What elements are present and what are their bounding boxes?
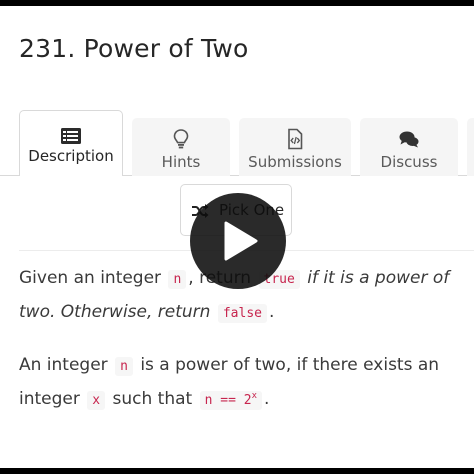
play-button[interactable] [190,193,286,289]
tab-discuss-label: Discuss [380,153,438,171]
play-icon [224,221,258,261]
chat-bubbles-icon [399,131,419,148]
equation-base: n == 2 [204,393,252,408]
equation-exponent: x [251,391,257,401]
description-paragraph-2: An integer n is a power of two, if there… [19,349,459,417]
inline-code-n: n [168,270,187,289]
desc-text: . [269,302,275,322]
code-file-icon [288,128,303,150]
tab-description-label: Description [28,147,114,165]
inline-code-false: false [217,304,267,323]
tab-hints-label: Hints [161,153,201,171]
desc-text: An integer [19,355,108,375]
inline-code-n: n [115,357,133,376]
tab-hints[interactable]: Hints [132,118,230,176]
tab-discuss[interactable]: Discuss [360,118,458,176]
tab-bar: Description Hints Submissions Discuss [0,110,474,176]
desc-text: such that [112,389,193,409]
tab-description[interactable]: Description [19,110,123,176]
tab-submissions-label: Submissions [248,153,342,171]
lightbulb-icon [173,129,189,149]
tab-overflow[interactable] [467,118,474,176]
inline-code-equation: n == 2x [199,391,262,410]
desc-text: Given an integer [19,268,162,288]
problem-title: 231. Power of Two [19,34,249,63]
desc-text: . [264,389,270,409]
tab-submissions[interactable]: Submissions [239,118,351,176]
inline-code-x: x [87,391,106,410]
description-icon [61,128,81,144]
problem-page: 231. Power of Two Description Hints Subm… [0,6,474,468]
